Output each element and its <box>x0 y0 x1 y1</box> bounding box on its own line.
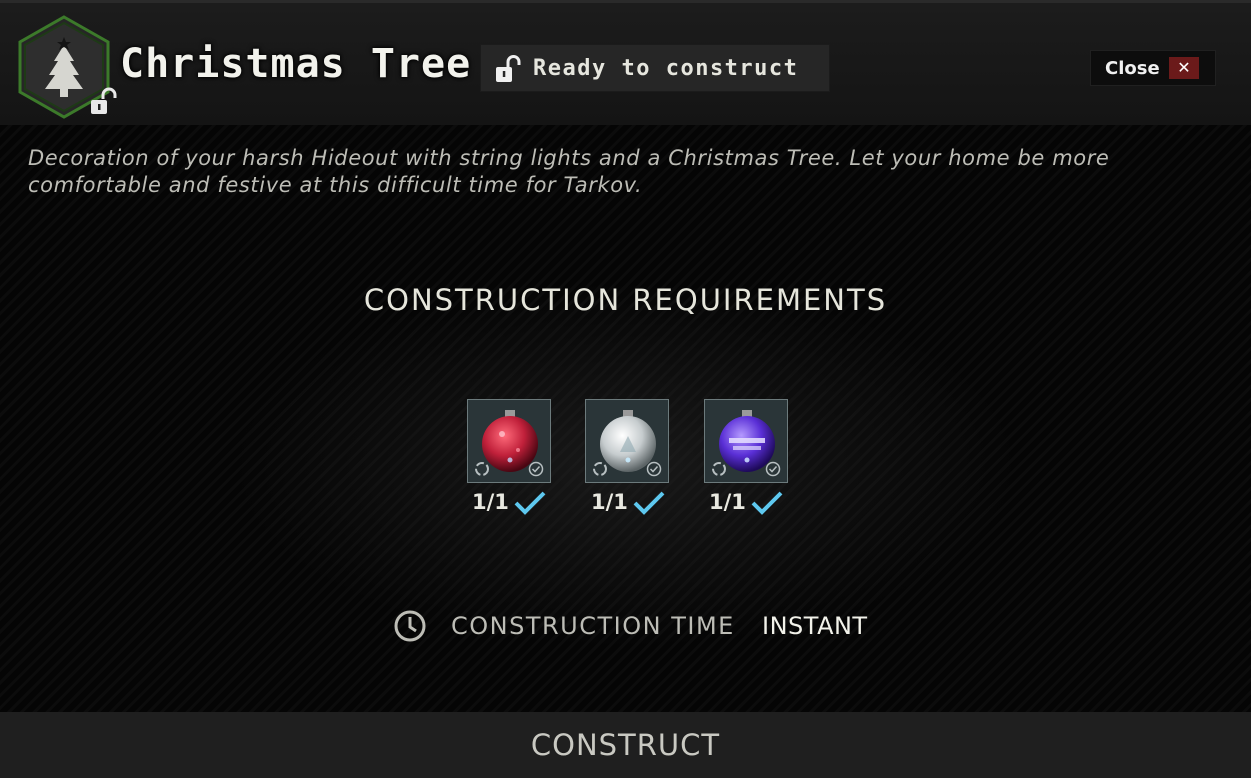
status-text: Ready to construct <box>533 56 799 81</box>
requirement-item-purple-ornament[interactable] <box>704 399 788 483</box>
requirement-count: 1/1 <box>472 490 509 514</box>
requirement-item-silver-ornament[interactable] <box>585 399 669 483</box>
check-circle-icon <box>646 461 662 477</box>
unlocked-padlock-icon <box>91 87 117 114</box>
checkmark-icon <box>514 491 546 515</box>
close-label: Close <box>1105 58 1160 79</box>
check-circle-icon <box>528 461 544 477</box>
check-circle-icon <box>765 461 781 477</box>
construct-label: CONSTRUCT <box>530 728 721 762</box>
checkmark-icon <box>633 491 665 515</box>
found-in-raid-icon <box>593 462 607 476</box>
found-in-raid-icon <box>475 462 489 476</box>
clock-icon <box>394 610 426 642</box>
requirement-item-red-ornament[interactable] <box>467 399 551 483</box>
header-bar: Christmas Tree Ready to construct Close … <box>0 0 1251 125</box>
construction-time-value: INSTANT <box>762 612 868 640</box>
close-icon: ✕ <box>1169 57 1199 79</box>
unlocked-padlock-icon <box>496 55 521 82</box>
requirements-title: CONSTRUCTION REQUIREMENTS <box>363 283 888 317</box>
area-details-panel: Decoration of your harsh Hideout with st… <box>0 125 1251 712</box>
checkmark-icon <box>751 491 783 515</box>
requirement-count: 1/1 <box>709 490 746 514</box>
area-icon-badge <box>16 15 117 119</box>
area-description: Decoration of your harsh Hideout with st… <box>28 146 1110 197</box>
area-title: Christmas Tree <box>120 41 472 87</box>
construction-time-label: CONSTRUCTION TIME <box>451 612 735 640</box>
requirement-count: 1/1 <box>591 490 628 514</box>
construct-button[interactable]: CONSTRUCT <box>0 712 1251 778</box>
construction-status: Ready to construct <box>480 44 830 92</box>
close-button[interactable]: Close ✕ <box>1090 50 1216 86</box>
found-in-raid-icon <box>712 462 726 476</box>
